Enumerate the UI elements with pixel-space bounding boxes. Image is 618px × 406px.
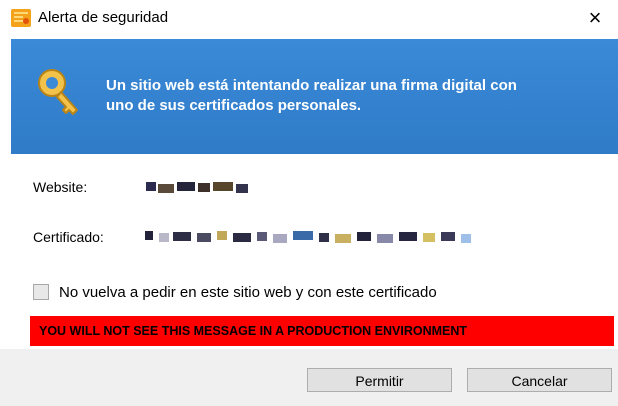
certificate-value-redacted — [145, 231, 475, 243]
website-label: Website: — [33, 179, 88, 195]
alert-message-line1: Un sitio web está intentando realizar un… — [106, 77, 517, 94]
security-alert-dialog: Alerta de seguridad × Un sitio web está … — [0, 0, 618, 406]
dev-environment-warning: YOU WILL NOT SEE THIS MESSAGE IN A PRODU… — [30, 316, 614, 346]
dont-ask-again-checkbox[interactable] — [33, 284, 49, 300]
window-title: Alerta de seguridad — [38, 9, 169, 26]
alert-banner: Un sitio web está intentando realizar un… — [11, 39, 618, 154]
alert-message-line2: uno de sus certificados personales. — [106, 97, 362, 114]
dont-ask-again-label[interactable]: No vuelva a pedir en este sitio web y co… — [59, 284, 437, 301]
close-icon: × — [588, 5, 602, 30]
allow-button[interactable]: Permitir — [307, 368, 452, 392]
certificate-app-icon — [11, 9, 31, 27]
certificate-label: Certificado: — [33, 229, 104, 245]
website-value-redacted — [146, 182, 250, 193]
close-button[interactable]: × — [580, 3, 610, 33]
key-icon — [38, 69, 78, 115]
cancel-button[interactable]: Cancelar — [467, 368, 612, 392]
warning-text: YOU WILL NOT SEE THIS MESSAGE IN A PRODU… — [39, 324, 468, 338]
alert-message: Un sitio web está intentando realizar un… — [106, 76, 606, 116]
title-bar: Alerta de seguridad × — [0, 0, 618, 38]
